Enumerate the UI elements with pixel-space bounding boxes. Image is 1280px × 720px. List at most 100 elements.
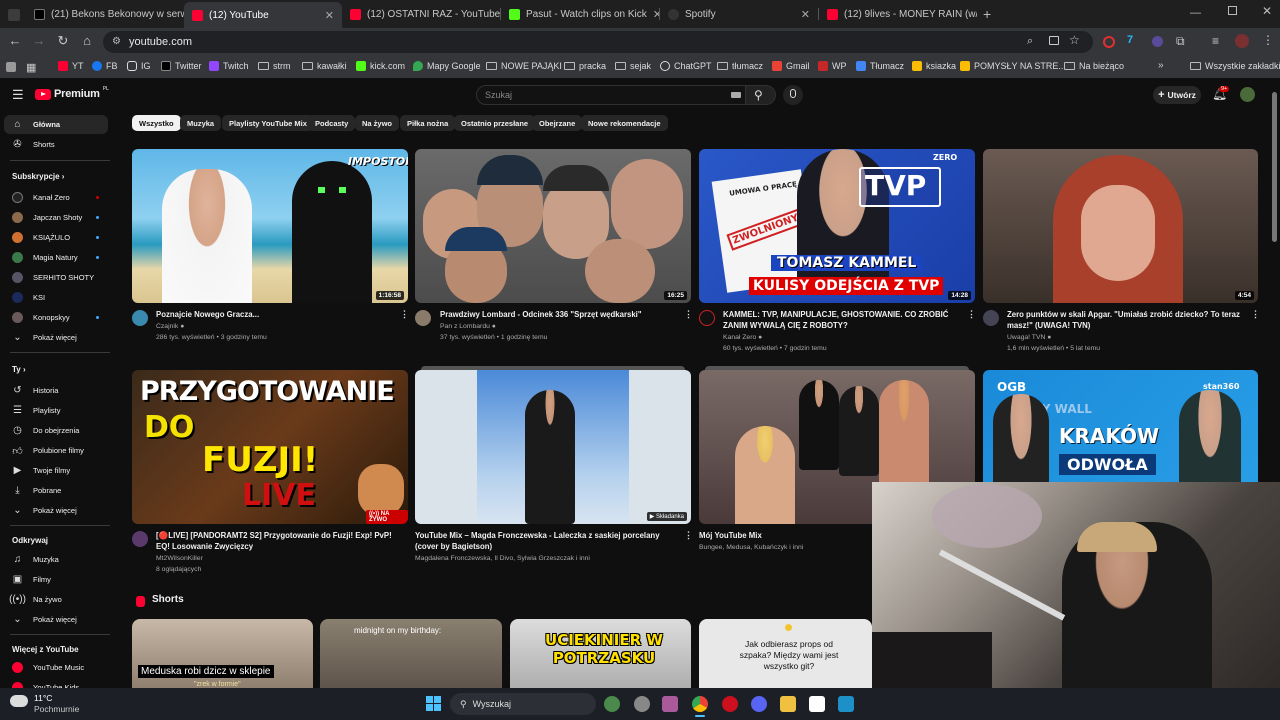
sidebar-item-home[interactable]: ⌂ Główna xyxy=(12,119,60,130)
weather-desc[interactable]: Pochmurnie xyxy=(34,704,79,714)
tab-kick[interactable]: Pasut - Watch clips on Kick ✕ xyxy=(501,3,659,25)
taskbar-search[interactable]: ⚲ Wyszukaj xyxy=(450,693,596,715)
chip-all[interactable]: Wszystko xyxy=(132,115,181,131)
channel-avatar[interactable] xyxy=(132,310,148,326)
sidebar-item-history[interactable]: ↺ Historia xyxy=(12,385,58,396)
tab-bekons[interactable]: (21) Bekons Bekonowy w serwis ✕ xyxy=(26,3,184,25)
bookmark-tlumacz-google[interactable]: Tłumacz xyxy=(856,61,904,71)
video-thumbnail[interactable]: UMOWA O PRACĘ ZWOLNIONY TVP ZERO TOMASZ … xyxy=(699,149,975,303)
bookmark-twitch[interactable]: Twitch xyxy=(209,61,249,71)
bookmark-fb[interactable]: FB xyxy=(92,61,118,71)
more-actions-icon[interactable]: ⋮ xyxy=(684,310,693,319)
opera-icon[interactable] xyxy=(722,696,738,712)
sidebar-item-youtube-music[interactable]: YouTube Music xyxy=(12,662,84,673)
weather-cloud-icon[interactable] xyxy=(10,695,28,707)
sidebar-sub-ksi[interactable]: KSI xyxy=(12,292,45,303)
subscriptions-heading[interactable]: Subskrypcje › xyxy=(12,172,64,181)
chip-recently-uploaded[interactable]: Ostatnio przesłane xyxy=(454,115,536,131)
channel-name[interactable]: Pan z Lombardu ● xyxy=(440,321,496,332)
video-title[interactable]: [🔴LIVE] [PANDORAMT2 S2] Przygotowanie do… xyxy=(156,531,396,552)
sidebar-show-more-subs[interactable]: ⌄ Pokaż więcej xyxy=(12,332,76,343)
chip-watched[interactable]: Obejrzane xyxy=(532,115,583,131)
apps-icon[interactable] xyxy=(6,62,16,72)
bookmark-ig[interactable]: IG xyxy=(127,61,151,71)
extension-7tv-icon[interactable]: 7 xyxy=(1127,34,1133,46)
you-heading[interactable]: Ty › xyxy=(12,365,26,374)
chrome-icon[interactable] xyxy=(692,696,708,712)
browser-menu-icon[interactable]: ⋮ xyxy=(1262,33,1274,47)
maximize-icon[interactable] xyxy=(1228,6,1237,15)
chevron-right-icon[interactable]: » xyxy=(1158,60,1164,71)
notepad-icon[interactable] xyxy=(838,696,854,712)
start-button[interactable] xyxy=(426,696,441,711)
sidebar-show-more-explore[interactable]: ⌄ Pokaż więcej xyxy=(12,614,76,625)
sidebar-sub-kanal-zero[interactable]: Kanał Zero xyxy=(12,192,70,203)
reading-list-icon[interactable]: ≡ xyxy=(1212,34,1219,48)
sidebar-item-your-videos[interactable]: ▶ Twoje filmy xyxy=(12,465,70,476)
sidebar-sub-japczan[interactable]: Japczan Shoty xyxy=(12,212,82,223)
bookmark-folder-kawalki[interactable]: kawałki xyxy=(302,61,347,71)
close-icon[interactable]: ✕ xyxy=(801,8,810,21)
video-thumbnail[interactable]: 4:54 xyxy=(983,149,1258,303)
minimize-icon[interactable]: — xyxy=(1190,7,1201,19)
youtube-premium-logo[interactable]: Premium PL xyxy=(35,86,109,100)
channel-avatar[interactable] xyxy=(415,310,431,326)
clock-app-icon[interactable] xyxy=(634,696,650,712)
video-thumbnail[interactable]: IMPOSTOR 1:16:58 xyxy=(132,149,408,303)
reload-icon[interactable]: ↻ xyxy=(55,34,71,48)
chip-music[interactable]: Muzyka xyxy=(180,115,222,131)
bookmark-folder-pracka[interactable]: pracka xyxy=(564,61,606,71)
home-icon[interactable]: ⌂ xyxy=(79,34,95,48)
app-icon[interactable] xyxy=(809,696,825,712)
tab-search-button[interactable] xyxy=(8,9,20,21)
hamburger-menu-icon[interactable]: ☰ xyxy=(12,87,24,103)
channel-name[interactable]: Mt2WilsonKiller xyxy=(156,553,203,564)
extensions-icon[interactable]: ⧉ xyxy=(1176,34,1185,49)
extension-profile-icon[interactable] xyxy=(1152,36,1163,47)
bookmark-folder-tlumacz[interactable]: tłumacz xyxy=(717,61,763,71)
sidebar-item-liked[interactable]: 👍︎ Polubione filmy xyxy=(12,445,84,457)
bookmark-star-icon[interactable]: ☆ xyxy=(1069,33,1080,47)
sidebar-item-music[interactable]: ♫ Muzyka xyxy=(12,554,59,565)
new-tab-icon[interactable]: + xyxy=(983,6,991,22)
all-bookmarks[interactable]: Wszystkie zakładki xyxy=(1190,61,1280,71)
bookmark-folder-na-biezaco[interactable]: Na bieżąco xyxy=(1064,61,1124,71)
sidebar-show-more-you[interactable]: ⌄ Pokaż więcej xyxy=(12,505,76,516)
bookmark-wp[interactable]: WP xyxy=(818,61,847,71)
mix-artists[interactable]: Magdalena Fronczewska, Il Divo, Sylwia G… xyxy=(415,553,590,564)
bookmark-yt[interactable]: YT xyxy=(58,61,84,71)
bookmark-folder-sejak[interactable]: sejak xyxy=(615,61,651,71)
tab-youtube[interactable]: (12) YouTube ✕ xyxy=(184,2,342,28)
channel-name[interactable]: Uwaga! TVN ● xyxy=(1007,332,1051,343)
short-thumbnail[interactable]: Meduska robi dzicz w sklepie "zrek w for… xyxy=(132,619,313,694)
bookmark-pomysly[interactable]: POMYSŁY NA STRE... xyxy=(960,61,1066,71)
video-thumbnail[interactable]: 16:25 xyxy=(415,149,691,303)
video-thumbnail[interactable]: ▶ Składanka xyxy=(415,370,691,524)
video-title[interactable]: Poznajcie Nowego Gracza... xyxy=(156,310,396,321)
file-explorer-icon[interactable] xyxy=(780,696,796,712)
channel-name[interactable]: Czajnik ● xyxy=(156,321,184,332)
more-actions-icon[interactable]: ⋮ xyxy=(967,310,976,319)
sidebar-item-playlists[interactable]: ☰ Playlisty xyxy=(12,405,61,416)
tab-ostatni-raz[interactable]: (12) OSTATNI RAZ - YouTube ✕ xyxy=(342,3,500,25)
short-thumbnail[interactable]: Jak odbierasz props od szpaka? Między wa… xyxy=(699,619,872,694)
more-actions-icon[interactable]: ⋮ xyxy=(684,531,693,540)
chip-live[interactable]: Na żywo xyxy=(355,115,400,131)
install-icon[interactable] xyxy=(1049,36,1059,45)
address-bar[interactable]: ⚙ youtube.com ⌕ ☆ xyxy=(103,31,1093,53)
site-info-icon[interactable]: ⚙ xyxy=(112,36,121,47)
tab-spotify[interactable]: Spotify ✕ xyxy=(660,3,818,25)
sidebar-item-downloads[interactable]: ⤓ Pobrane xyxy=(12,485,61,496)
bookmark-folder-strm[interactable]: strm xyxy=(258,61,291,71)
sidebar-item-watch-later[interactable]: ◷ Do obejrzenia xyxy=(12,425,79,436)
grid-icon[interactable]: ▦ xyxy=(26,61,36,74)
chip-new-recommendations[interactable]: Nowe rekomendacje xyxy=(581,115,668,131)
channel-avatar[interactable] xyxy=(983,310,999,326)
chip-mix-playlists[interactable]: Playlisty YouTube Mix xyxy=(222,115,314,131)
page-scrollbar[interactable] xyxy=(1272,92,1277,242)
chip-podcasts[interactable]: Podcasty xyxy=(308,115,356,131)
bookmark-gmail[interactable]: Gmail xyxy=(772,61,810,71)
sidebar-sub-serhito[interactable]: SERHITO SHOTY xyxy=(12,272,94,283)
mix-artists[interactable]: Bungee, Medusa, Kubańczyk i inni xyxy=(699,542,803,553)
zoom-icon[interactable]: ⌕ xyxy=(1027,35,1033,48)
